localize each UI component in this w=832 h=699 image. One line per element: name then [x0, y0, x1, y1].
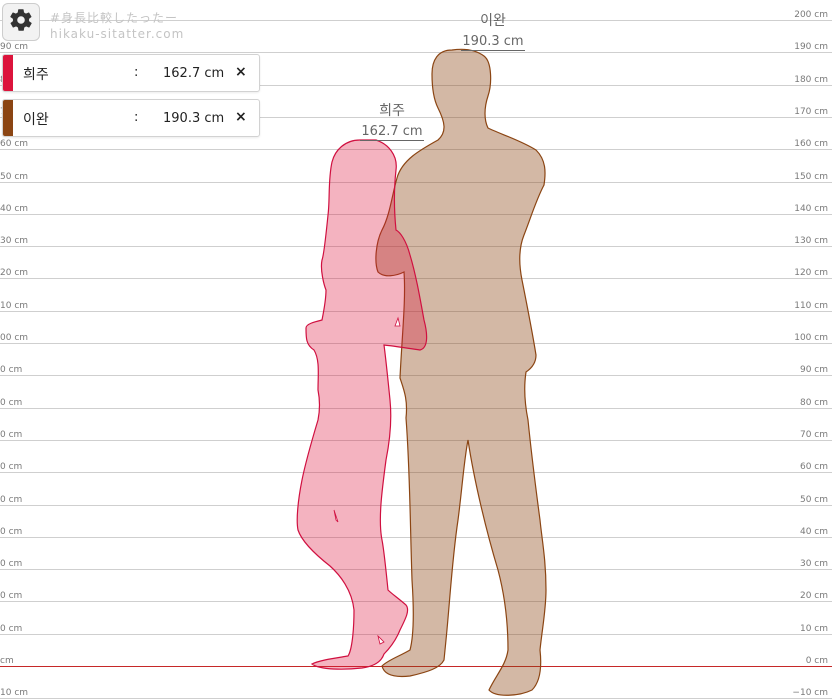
settings-button[interactable]	[2, 3, 40, 41]
person-card-heeju: 희주 : 162.7 cm ×	[2, 54, 260, 92]
close-icon: ×	[235, 109, 247, 125]
person-name: 희주	[23, 67, 49, 83]
person-color-swatch	[3, 55, 13, 91]
figure-height: 162.7 cm	[360, 124, 424, 141]
figure-label-heeju: 희주 162.7 cm	[359, 100, 425, 141]
person-card-iwan: 이완 : 190.3 cm ×	[2, 99, 260, 137]
figure-label-iwan: 이완 190.3 cm	[460, 10, 526, 51]
separator: :	[134, 65, 139, 80]
close-icon: ×	[235, 64, 247, 80]
figure-name: 희주	[379, 103, 405, 119]
person-height: 162.7 cm	[163, 66, 225, 81]
remove-person-button[interactable]: ×	[235, 64, 247, 80]
watermark-hashtag: #身長比較したったー	[50, 11, 179, 25]
person-height: 190.3 cm	[163, 111, 225, 126]
gear-icon	[8, 7, 34, 37]
watermark-url: hikaku-sitatter.com	[50, 27, 185, 41]
figure-silhouette-iwan	[375, 48, 547, 696]
separator: :	[134, 110, 139, 125]
remove-person-button[interactable]: ×	[235, 109, 247, 125]
person-name: 이완	[23, 112, 49, 128]
figure-name: 이완	[480, 13, 506, 29]
person-color-swatch	[3, 100, 13, 136]
figure-height: 190.3 cm	[461, 34, 525, 51]
